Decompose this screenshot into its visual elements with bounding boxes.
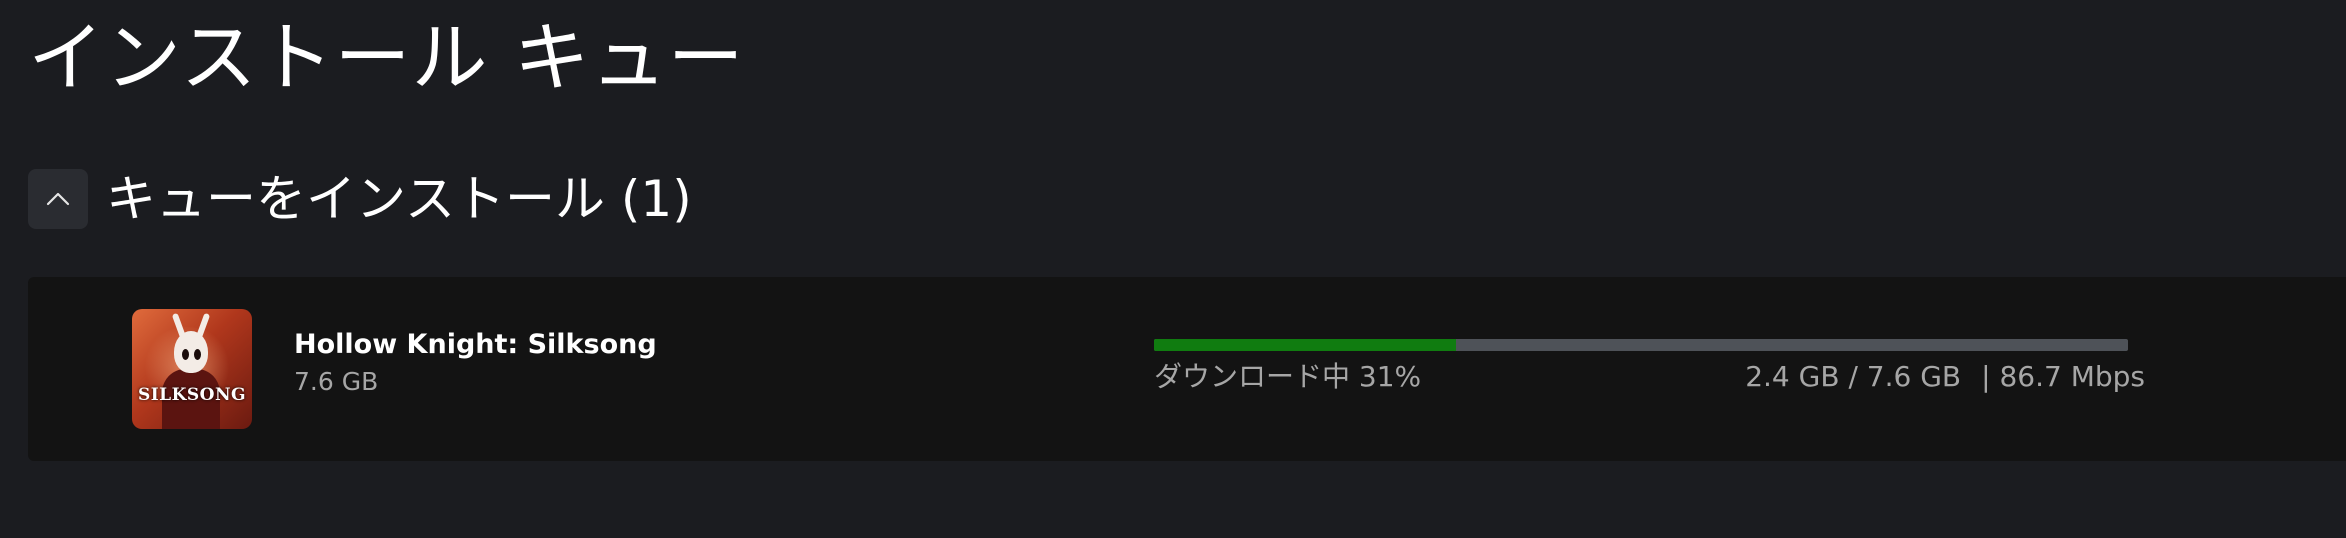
game-thumbnail: SILKSONG: [132, 309, 252, 429]
download-progress-fill: [1154, 339, 1456, 351]
download-progress-bar: [1154, 339, 2128, 351]
transferred-amount: 2.4 GB / 7.6 GB: [1745, 360, 1962, 393]
queue-item-card[interactable]: SILKSONG Hollow Knight: Silksong 7.6 GB …: [28, 277, 2346, 461]
chevron-up-icon: [46, 192, 70, 206]
game-title: Hollow Knight: Silksong: [294, 329, 657, 360]
download-status: ダウンロード中 31%: [1154, 360, 1422, 393]
transfer-info: 2.4 GB / 7.6 GB | 86.7 Mbps: [1745, 357, 2145, 397]
page-title: インストール キュー: [28, 13, 745, 102]
collapse-section-button[interactable]: [28, 169, 88, 229]
game-size: 7.6 GB: [294, 367, 379, 396]
install-queue-section-header: キューをインストール (1): [28, 168, 692, 230]
section-title: キューをインストール (1): [106, 170, 692, 228]
download-speed: | 86.7 Mbps: [1981, 360, 2145, 393]
thumbnail-logo-text: SILKSONG: [137, 385, 247, 405]
